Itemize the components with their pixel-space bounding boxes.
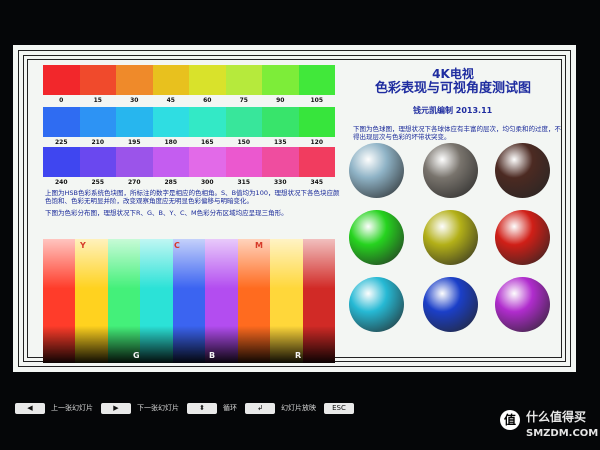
hue-row-3-labels: 240 255 270 285 300 315 330 345 bbox=[43, 179, 335, 186]
hue-block bbox=[152, 107, 189, 137]
slideshow-control[interactable]: ↲ 幻灯片放映 bbox=[245, 402, 316, 414]
hue-label: 270 bbox=[127, 179, 141, 186]
hue-label: 60 bbox=[203, 97, 212, 104]
hue-block bbox=[225, 147, 262, 177]
loop-icon[interactable]: ⬍ bbox=[187, 402, 217, 414]
author-date: 钱元凯编制 2013.11 bbox=[413, 106, 493, 115]
title-line-1: 4K电视 bbox=[432, 67, 474, 81]
spectrum-label-m: M bbox=[255, 241, 263, 250]
sphere-2 bbox=[423, 143, 478, 198]
esc-key[interactable]: ESC bbox=[324, 402, 354, 414]
hue-label: 315 bbox=[237, 179, 251, 186]
sphere-7 bbox=[349, 277, 404, 332]
loop-control[interactable]: ⬍ 循环 bbox=[187, 402, 237, 414]
prev-slide-label: 上一张幻灯片 bbox=[51, 404, 93, 412]
prev-arrow-icon[interactable]: ◀ bbox=[15, 402, 45, 414]
loop-label: 循环 bbox=[223, 404, 237, 412]
hue-block bbox=[262, 65, 299, 95]
hue-block bbox=[79, 65, 116, 95]
hue-block bbox=[43, 107, 80, 137]
slide-title: 4K电视 色彩表现与可视角度测试图 bbox=[343, 67, 563, 97]
hue-label: 150 bbox=[237, 139, 251, 146]
hue-description: 上图为HSB色彩系统色块图，所标注的数字是相应的色相角。S、B值均为100，理想… bbox=[45, 189, 340, 205]
triangle-description: 下图为色彩分布图，理想状况下R、G、B、Y、C、M色彩分布区域均应呈现三角形。 bbox=[45, 209, 288, 217]
color-block-panel: 0 15 30 45 60 75 90 105 225 210 195 180 165 150 135… bbox=[43, 65, 343, 363]
hue-label: 105 bbox=[310, 97, 324, 104]
hue-label: 255 bbox=[91, 179, 105, 186]
next-slide-label: 下一张幻灯片 bbox=[137, 404, 179, 412]
hue-label: 135 bbox=[273, 139, 287, 146]
hue-block bbox=[152, 65, 189, 95]
hue-block bbox=[225, 65, 262, 95]
spectrum-fade bbox=[43, 239, 335, 363]
hue-block bbox=[189, 65, 226, 95]
slideshow-label: 幻灯片放映 bbox=[281, 404, 316, 412]
hue-label: 0 bbox=[59, 97, 64, 104]
spectrum-label-y: Y bbox=[80, 241, 86, 250]
spectrum-label-b: B bbox=[209, 351, 216, 360]
hue-block bbox=[43, 65, 80, 95]
spectrum-label-c: C bbox=[174, 241, 180, 250]
spectrum-label-r: R bbox=[295, 351, 302, 360]
hue-label: 285 bbox=[164, 179, 178, 186]
hue-label: 240 bbox=[54, 179, 68, 186]
hue-label: 75 bbox=[239, 97, 248, 104]
watermark-brand: 什么值得买 bbox=[526, 410, 587, 424]
sphere-9 bbox=[495, 277, 550, 332]
hue-label: 165 bbox=[200, 139, 214, 146]
hue-block bbox=[298, 147, 335, 177]
hue-label: 195 bbox=[127, 139, 141, 146]
watermark-url: SMZDM.COM bbox=[526, 428, 599, 439]
hue-block bbox=[262, 147, 299, 177]
hue-block bbox=[116, 147, 153, 177]
hue-block bbox=[79, 147, 116, 177]
prev-slide-control[interactable]: ◀ 上一张幻灯片 bbox=[15, 402, 93, 414]
title-line-2: 色彩表现与可视角度测试图 bbox=[374, 81, 531, 96]
hue-row-3 bbox=[43, 147, 335, 177]
hue-label: 225 bbox=[54, 139, 68, 146]
smzdm-logo-icon: 值 bbox=[500, 410, 520, 430]
hue-label: 45 bbox=[166, 97, 175, 104]
sphere-1 bbox=[349, 143, 404, 198]
hue-block bbox=[262, 107, 299, 137]
enter-icon[interactable]: ↲ bbox=[245, 402, 275, 414]
sphere-5 bbox=[423, 210, 478, 265]
hue-block bbox=[189, 147, 226, 177]
hue-label: 120 bbox=[310, 139, 324, 146]
hue-row-1-labels: 0 15 30 45 60 75 90 105 bbox=[43, 97, 335, 104]
hue-row-2 bbox=[43, 107, 335, 137]
sphere-3 bbox=[495, 143, 550, 198]
watermark: 值 什么值得买 SMZDM.COM bbox=[500, 408, 599, 446]
sphere-description: 下图为色球图，理想状况下各球体应有丰富的层次，均匀柔和的过度，不得出现层次与色彩… bbox=[353, 125, 561, 141]
color-distribution-chart: Y C M G B R bbox=[43, 239, 335, 363]
sphere-8 bbox=[423, 277, 478, 332]
hue-block bbox=[79, 107, 116, 137]
hue-label: 300 bbox=[200, 179, 214, 186]
hue-block bbox=[116, 65, 153, 95]
hue-block bbox=[189, 107, 226, 137]
hue-block bbox=[116, 107, 153, 137]
hue-block bbox=[152, 147, 189, 177]
esc-control[interactable]: ESC bbox=[324, 402, 354, 414]
hue-label: 180 bbox=[164, 139, 178, 146]
sphere-6 bbox=[495, 210, 550, 265]
hue-label: 30 bbox=[130, 97, 139, 104]
hue-row-2-labels: 225 210 195 180 165 150 135 120 bbox=[43, 139, 335, 146]
hue-label: 345 bbox=[310, 179, 324, 186]
hue-block bbox=[43, 147, 80, 177]
hue-label: 330 bbox=[273, 179, 287, 186]
next-arrow-icon[interactable]: ▶ bbox=[101, 402, 131, 414]
hue-block bbox=[298, 107, 335, 137]
sphere-4 bbox=[349, 210, 404, 265]
spectrum-label-g: G bbox=[133, 351, 140, 360]
next-slide-control[interactable]: ▶ 下一张幻灯片 bbox=[101, 402, 179, 414]
hue-label: 90 bbox=[276, 97, 285, 104]
hue-block bbox=[298, 65, 335, 95]
hue-label: 15 bbox=[93, 97, 102, 104]
slideshow-controls: ◀ 上一张幻灯片 ▶ 下一张幻灯片 ⬍ 循环 ↲ 幻灯片放映 ESC bbox=[15, 400, 583, 416]
hue-row-1 bbox=[43, 65, 335, 95]
hue-label: 210 bbox=[91, 139, 105, 146]
test-slide: 0 15 30 45 60 75 90 105 225 210 195 180 165 150 135… bbox=[13, 45, 576, 372]
hue-block bbox=[225, 107, 262, 137]
